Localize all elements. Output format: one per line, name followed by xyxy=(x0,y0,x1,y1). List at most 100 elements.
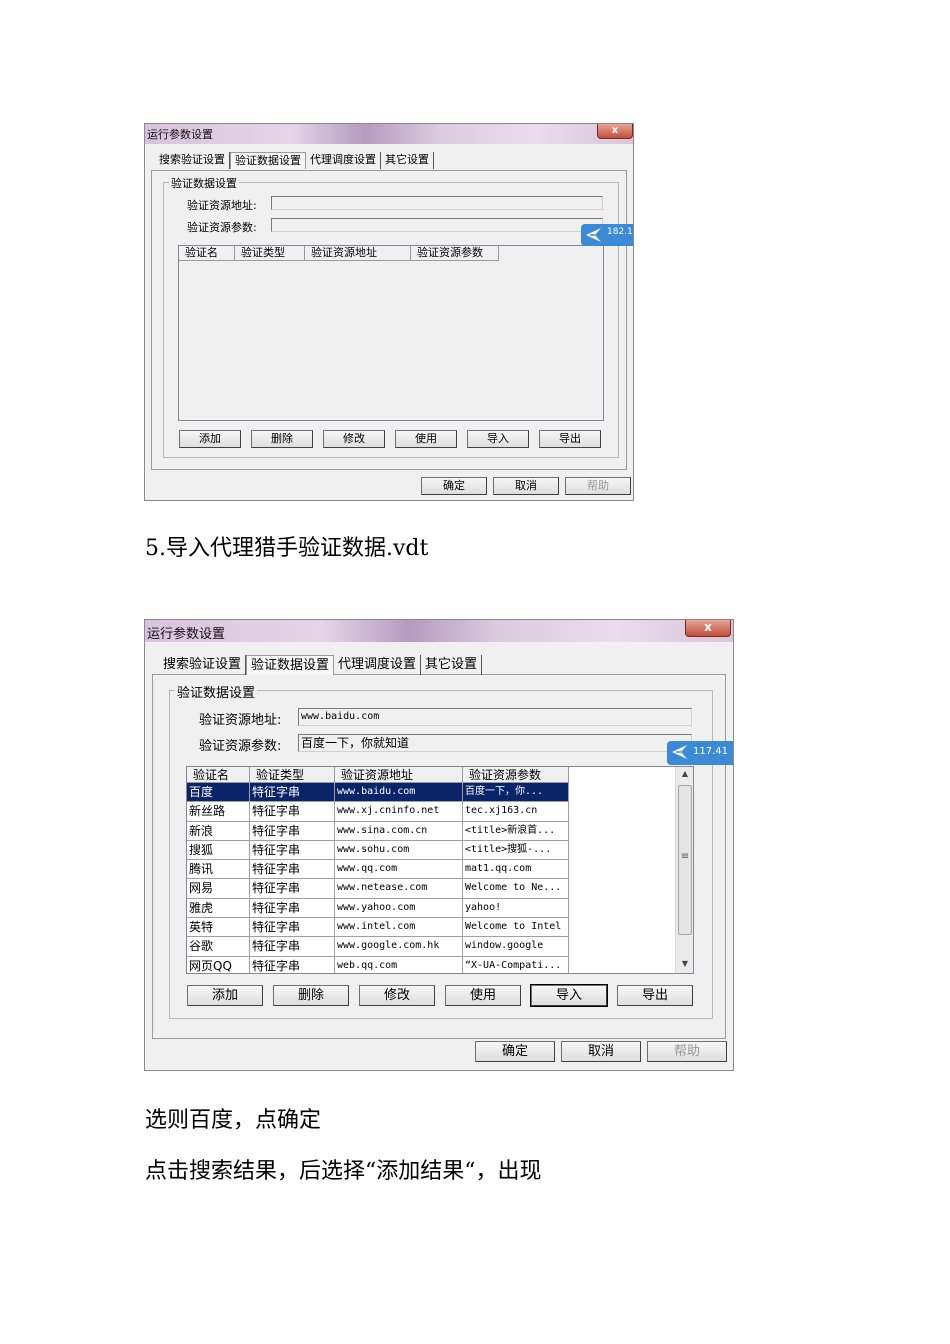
table-row[interactable]: 谷歌 特征字串 www.google.com.hk window.google xyxy=(187,937,569,957)
table-cell: 特征字串 xyxy=(250,898,335,919)
table-row[interactable]: 搜狐 特征字串 www.sohu.com <title>搜狐-... xyxy=(187,840,569,861)
table-row[interactable]: 网页QQ 特征字串 web.qq.com “X-UA-Compati... xyxy=(187,956,569,973)
help-button[interactable]: 帮助 xyxy=(647,1041,727,1062)
column-header[interactable]: 验证类型 xyxy=(235,246,305,261)
verify-data-list[interactable]: 验证名 验证类型 验证资源地址 验证资源参数 百度 特征字串 www.baidu.c… xyxy=(186,766,694,974)
import-button[interactable]: 导入 xyxy=(530,984,608,1007)
tab-verify-data[interactable]: 验证数据设置 xyxy=(246,655,335,675)
delete-button[interactable]: 删除 xyxy=(251,430,313,448)
table-cell: 腾讯 xyxy=(187,860,250,880)
caption-select-baidu: 选则百度，点确定 xyxy=(145,1108,322,1133)
dialog-title: 运行参数设置 xyxy=(147,627,226,642)
tab-search-verify[interactable]: 搜索验证设置 xyxy=(155,152,230,169)
tab-other[interactable]: 其它设置 xyxy=(381,152,434,169)
column-header[interactable]: 验证资源参数 xyxy=(411,246,499,261)
table-cell: 网易 xyxy=(187,879,250,899)
bird-icon xyxy=(672,745,687,759)
tab-bar: 搜索验证设置 验证数据设置 代理调度设置 其它设置 xyxy=(159,655,483,675)
group-title: 验证数据设置 xyxy=(175,682,258,701)
use-button[interactable]: 使用 xyxy=(395,430,457,448)
scroll-down-icon[interactable]: ▼ xyxy=(676,959,693,968)
table-cell: 特征字串 xyxy=(250,937,335,957)
verify-data-list[interactable]: 验证名 验证类型 验证资源地址 验证资源参数 xyxy=(178,245,604,421)
caption-import-step: 5.导入代理猎手验证数据.vdt xyxy=(145,536,429,561)
ok-button[interactable]: 确定 xyxy=(475,1041,555,1062)
table-cell: 特征字串 xyxy=(250,860,335,880)
table-row[interactable]: 腾讯 特征字串 www.qq.com mat1.qq.com xyxy=(187,860,569,880)
table-cell: 新浪 xyxy=(187,821,250,841)
table-row[interactable]: 英特 特征字串 www.intel.com Welcome to Intel xyxy=(187,918,569,938)
resource-param-input[interactable] xyxy=(271,218,603,232)
help-button[interactable]: 帮助 xyxy=(565,477,631,495)
table-cell: 百度一下，你... xyxy=(463,783,569,803)
export-button[interactable]: 导出 xyxy=(539,430,601,448)
edit-button[interactable]: 修改 xyxy=(323,430,385,448)
add-button[interactable]: 添加 xyxy=(179,430,241,448)
resource-address-input[interactable] xyxy=(271,196,603,210)
edit-button[interactable]: 修改 xyxy=(359,985,435,1006)
tab-verify-data[interactable]: 验证数据设置 xyxy=(230,152,306,169)
scroll-grip-icon: ≡ xyxy=(680,851,690,862)
resource-param-label: 验证资源参数: xyxy=(187,221,257,234)
table-cell: <title>新浪首... xyxy=(463,821,569,841)
table-row[interactable]: 新浪 特征字串 www.sina.com.cn <title>新浪首... xyxy=(187,821,569,841)
table-cell: www.netease.com xyxy=(335,879,463,899)
badge-value: 182.1 xyxy=(607,227,633,237)
table-cell: mat1.qq.com xyxy=(463,860,569,880)
bird-icon xyxy=(586,228,601,242)
column-header[interactable]: 验证类型 xyxy=(250,767,335,783)
tab-other[interactable]: 其它设置 xyxy=(421,655,483,675)
tab-search-verify[interactable]: 搜索验证设置 xyxy=(159,655,247,675)
speed-badge: 117.41 xyxy=(667,741,733,765)
scroll-up-icon[interactable]: ▲ xyxy=(676,769,693,778)
table-cell: 特征字串 xyxy=(250,783,335,803)
list-scrollbar[interactable]: ▲ ≡ ▼ xyxy=(675,767,693,973)
tab-proxy-schedule[interactable]: 代理调度设置 xyxy=(334,655,422,675)
close-button[interactable]: x xyxy=(597,124,633,139)
table-cell: 特征字串 xyxy=(250,879,335,899)
table-cell: www.sohu.com xyxy=(335,840,463,861)
table-cell: Welcome to Ne... xyxy=(463,879,569,899)
table-cell: 特征字串 xyxy=(250,918,335,938)
table-cell: “X-UA-Compati... xyxy=(463,956,569,973)
cancel-button[interactable]: 取消 xyxy=(493,477,559,495)
tab-proxy-schedule[interactable]: 代理调度设置 xyxy=(306,152,381,169)
resource-address-input[interactable]: www.baidu.com xyxy=(298,708,692,726)
column-header[interactable]: 验证资源地址 xyxy=(305,246,411,261)
table-row[interactable]: 百度 特征字串 www.baidu.com 百度一下，你... xyxy=(187,783,569,803)
table-cell: 特征字串 xyxy=(250,840,335,861)
export-button[interactable]: 导出 xyxy=(617,985,693,1006)
column-header[interactable]: 验证资源参数 xyxy=(463,767,569,783)
use-button[interactable]: 使用 xyxy=(445,985,521,1006)
table-cell: tec.xj163.cn xyxy=(463,802,569,822)
table-cell: www.intel.com xyxy=(335,918,463,938)
table-cell: www.xj.cninfo.net xyxy=(335,802,463,822)
list-header: 验证名 验证类型 验证资源地址 验证资源参数 xyxy=(179,246,499,261)
cancel-button[interactable]: 取消 xyxy=(561,1041,641,1062)
table-cell: www.baidu.com xyxy=(335,783,463,803)
table-cell: 网页QQ xyxy=(187,956,250,973)
delete-button[interactable]: 删除 xyxy=(273,985,349,1006)
table-cell: www.google.com.hk xyxy=(335,937,463,957)
table-cell: <title>搜狐-... xyxy=(463,840,569,861)
list-header: 验证名 验证类型 验证资源地址 验证资源参数 xyxy=(187,767,569,783)
list-rows: 百度 特征字串 www.baidu.com 百度一下，你... 新丝路 特征字串 www.x… xyxy=(187,783,569,973)
speed-badge: 182.1 xyxy=(581,224,633,246)
table-cell: 英特 xyxy=(187,918,250,938)
close-button[interactable]: x xyxy=(685,620,731,637)
table-cell: 搜狐 xyxy=(187,840,250,861)
column-header[interactable]: 验证名 xyxy=(187,767,250,783)
column-header[interactable]: 验证名 xyxy=(179,246,235,261)
import-button[interactable]: 导入 xyxy=(467,430,529,448)
settings-dialog-filled: 运行参数设置 x 搜索验证设置 验证数据设置 代理调度设置 其它设置 验证数据设… xyxy=(144,619,734,1071)
table-row[interactable]: 新丝路 特征字串 www.xj.cninfo.net tec.xj163.cn xyxy=(187,802,569,822)
table-cell: 特征字串 xyxy=(250,821,335,841)
table-cell: 新丝路 xyxy=(187,802,250,822)
table-cell: Welcome to Intel xyxy=(463,918,569,938)
table-row[interactable]: 雅虎 特征字串 www.yahoo.com yahoo! xyxy=(187,898,569,919)
add-button[interactable]: 添加 xyxy=(187,985,263,1006)
ok-button[interactable]: 确定 xyxy=(421,477,487,495)
column-header[interactable]: 验证资源地址 xyxy=(335,767,463,783)
resource-param-input[interactable]: 百度一下，你就知道 xyxy=(298,734,692,752)
table-row[interactable]: 网易 特征字串 www.netease.com Welcome to Ne... xyxy=(187,879,569,899)
